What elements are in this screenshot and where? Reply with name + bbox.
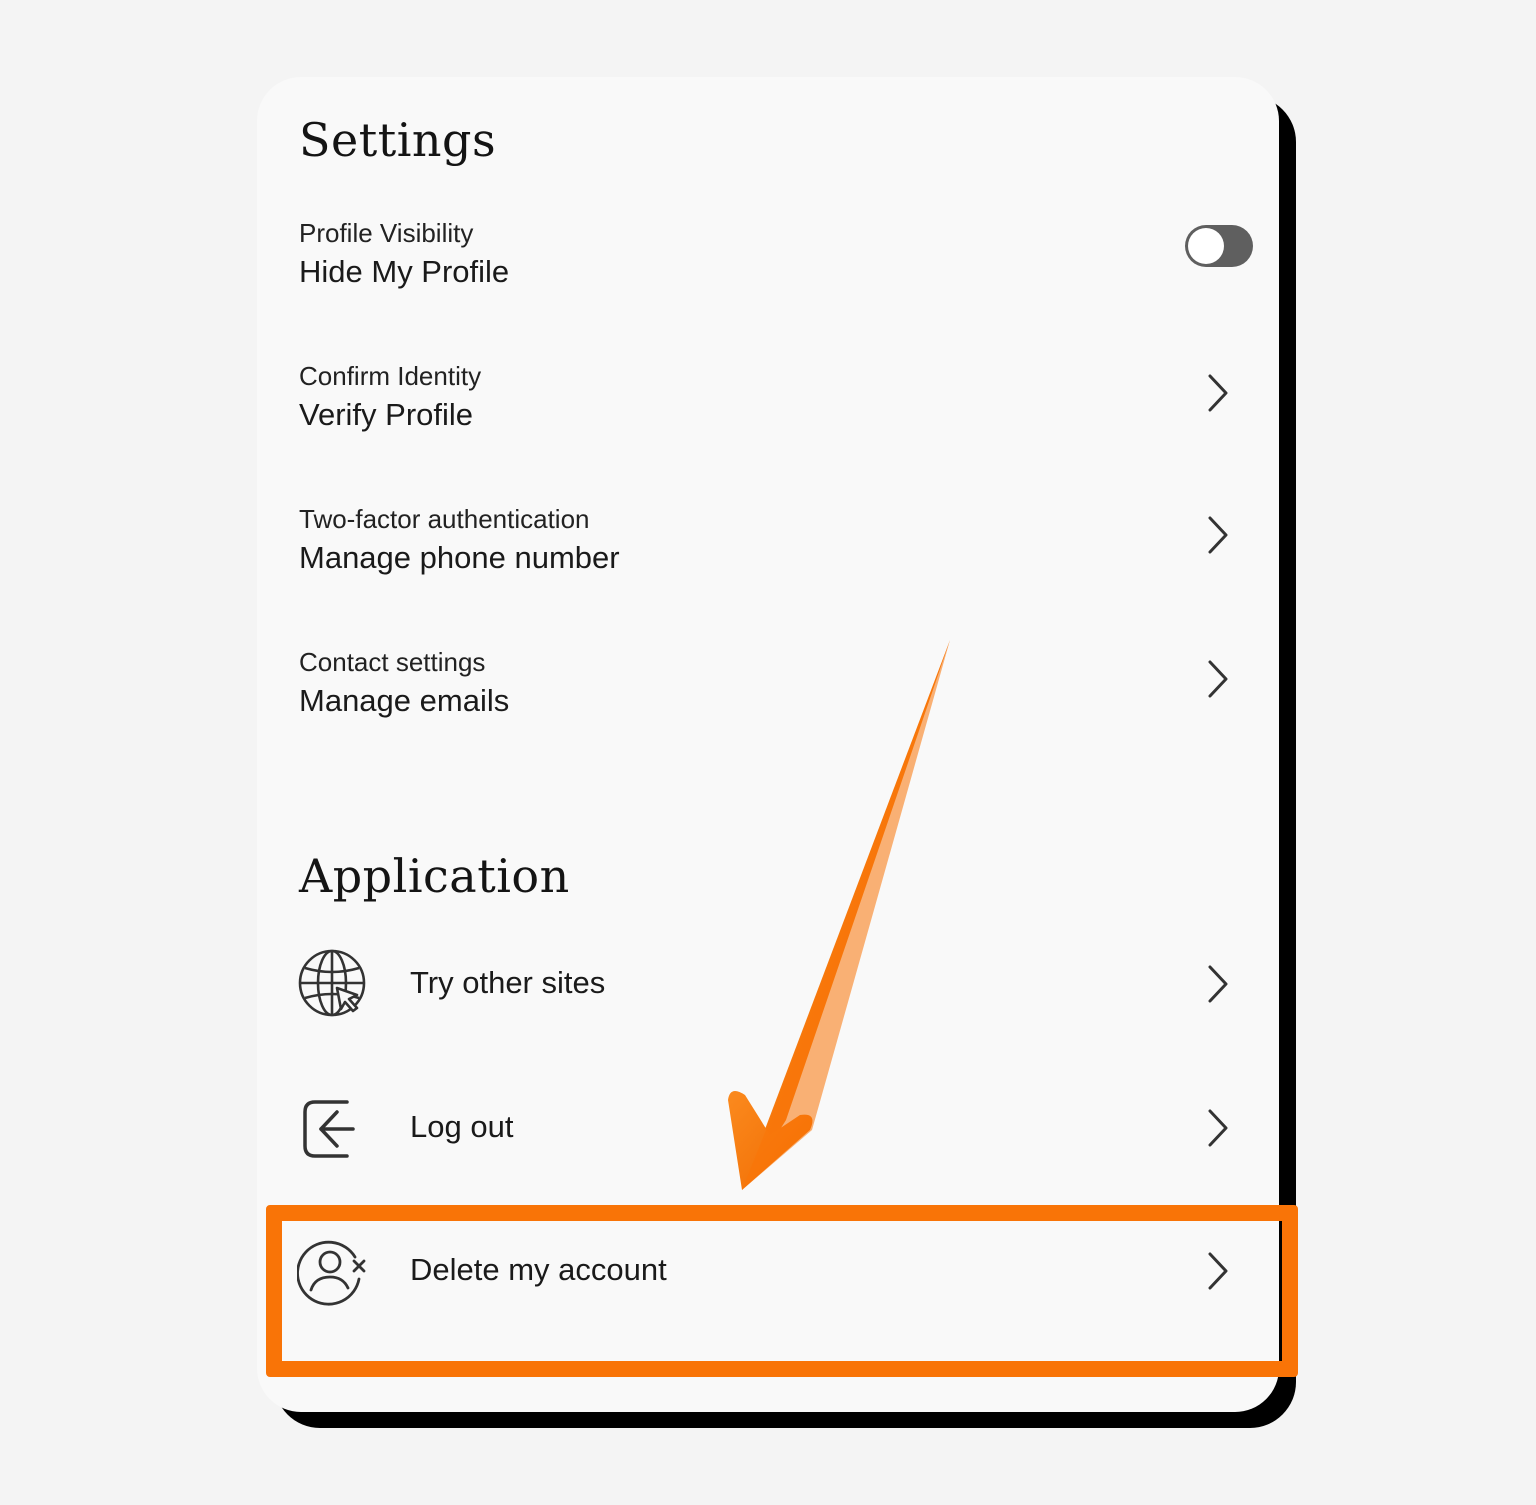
app-item-label: Log out <box>410 1109 514 1144</box>
user-remove-icon <box>297 1240 366 1306</box>
chevron-right-icon <box>1208 516 1228 554</box>
chevron-right-icon <box>1208 965 1228 1003</box>
app-item-label: Try other sites <box>410 965 606 1000</box>
setting-value: Verify Profile <box>299 397 474 432</box>
setting-row-two-factor[interactable]: Two-factor authentication Manage phone n… <box>257 504 1279 614</box>
screenshot-stage: Settings Profile Visibility Hide My Prof… <box>0 0 1536 1505</box>
settings-title: Settings <box>299 113 497 167</box>
application-title: Application <box>299 849 570 903</box>
app-item-delete-account[interactable]: Delete my account <box>257 1220 1279 1320</box>
chevron-right-icon <box>1208 1252 1228 1290</box>
setting-label: Profile Visibility <box>299 218 474 248</box>
setting-row-profile-visibility: Profile Visibility Hide My Profile <box>257 218 1279 328</box>
setting-row-confirm-identity[interactable]: Confirm Identity Verify Profile <box>257 361 1279 471</box>
setting-label: Two-factor authentication <box>299 504 590 534</box>
setting-value: Hide My Profile <box>299 254 510 289</box>
setting-value: Manage emails <box>299 683 510 718</box>
chevron-right-icon <box>1208 1109 1228 1147</box>
globe-cursor-icon <box>298 949 366 1017</box>
setting-label: Confirm Identity <box>299 361 482 391</box>
settings-card: Settings Profile Visibility Hide My Prof… <box>257 77 1279 1412</box>
chevron-right-icon <box>1208 660 1228 698</box>
chevron-right-icon <box>1208 374 1228 412</box>
toggle-knob <box>1188 228 1224 264</box>
hide-profile-toggle[interactable] <box>1185 225 1253 267</box>
app-item-try-other-sites[interactable]: Try other sites <box>257 933 1279 1033</box>
setting-value: Manage phone number <box>299 540 620 575</box>
setting-row-contact-settings[interactable]: Contact settings Manage emails <box>257 647 1279 757</box>
setting-label: Contact settings <box>299 647 486 677</box>
app-item-log-out[interactable]: Log out <box>257 1077 1279 1177</box>
app-item-label: Delete my account <box>410 1252 667 1287</box>
logout-arrow-icon <box>303 1100 355 1158</box>
